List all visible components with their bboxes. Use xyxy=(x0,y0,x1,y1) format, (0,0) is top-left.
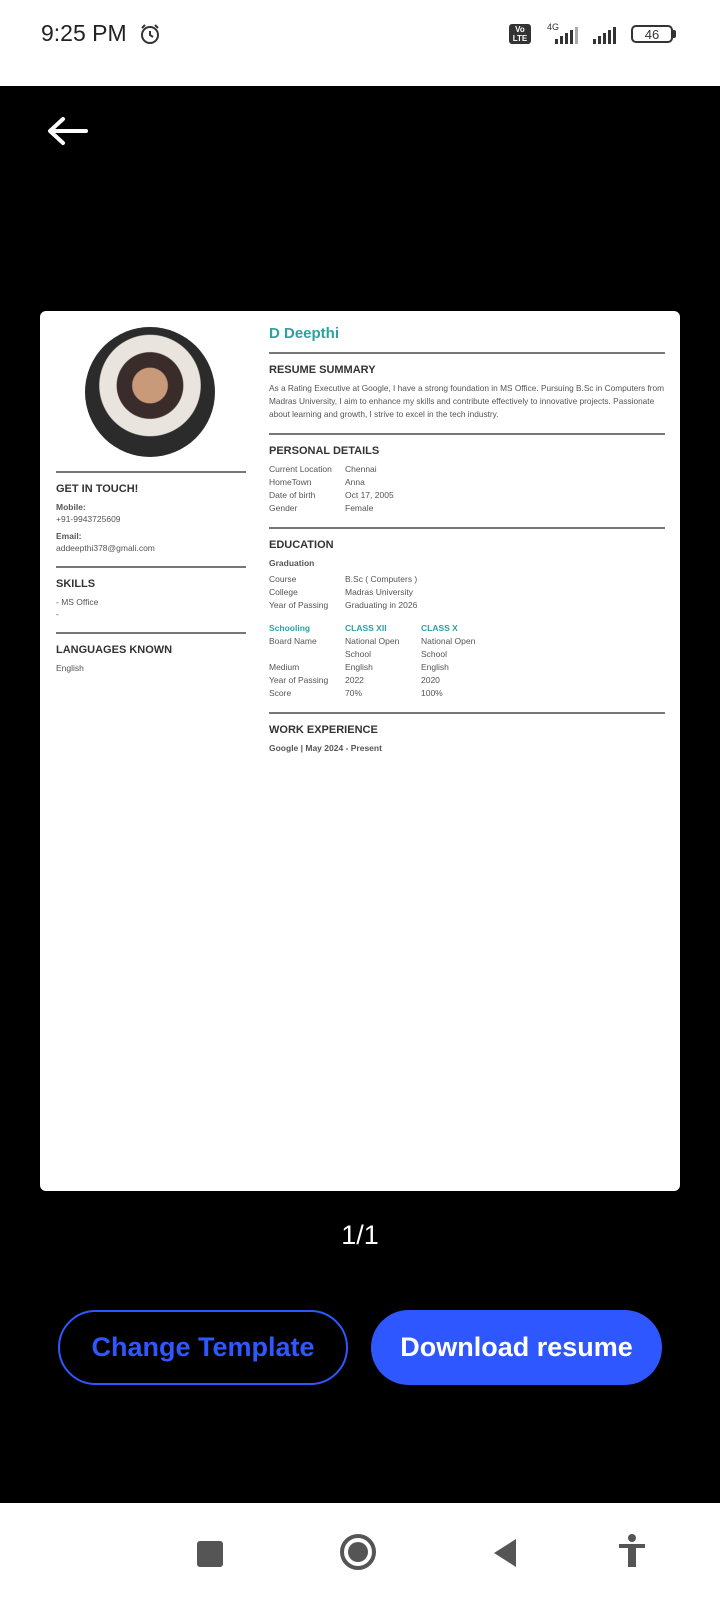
profile-photo xyxy=(85,327,215,457)
home-icon[interactable] xyxy=(340,1534,376,1570)
email-label: Email: xyxy=(56,531,82,541)
signal-4g-icon: 4G xyxy=(547,22,578,44)
languages-title: LANGUAGES KNOWN xyxy=(56,644,173,656)
personal-title: PERSONAL DETAILS xyxy=(269,445,380,457)
recent-apps-icon[interactable] xyxy=(197,1541,223,1567)
summary-text: As a Rating Executive at Google, I have … xyxy=(269,383,665,419)
system-nav-bar xyxy=(0,1503,720,1600)
work-entry: Google | May 2024 - Present xyxy=(269,743,382,753)
schooling-header: Schooling CLASS XII CLASS X xyxy=(269,623,458,633)
skill-item: - xyxy=(56,609,59,619)
resume-name: D Deepthi xyxy=(269,325,340,342)
schooling-row: School School xyxy=(345,649,447,659)
schooling-row: Score 70% 100% xyxy=(269,688,443,698)
get-in-touch-title: GET IN TOUCH! xyxy=(56,483,139,495)
skills-title: SKILLS xyxy=(56,578,96,590)
summary-title: RESUME SUMMARY xyxy=(269,364,376,376)
mobile-label: Mobile: xyxy=(56,502,86,512)
personal-row: HomeTown Anna xyxy=(269,477,365,487)
status-icons: Vo LTE 4G 46 xyxy=(509,22,676,46)
accessibility-icon[interactable] xyxy=(616,1533,648,1569)
schooling-row: Medium English English xyxy=(269,662,449,672)
personal-row: Gender Female xyxy=(269,503,374,513)
volte-icon: Vo LTE xyxy=(509,24,531,44)
personal-row: Current Location Chennai xyxy=(269,464,377,474)
signal-icon xyxy=(593,27,616,44)
graduation-label: Graduation xyxy=(269,558,315,568)
resume-preview: GET IN TOUCH! Mobile: +91-9943725609 Ema… xyxy=(40,311,680,1191)
work-title: WORK EXPERIENCE xyxy=(269,724,378,736)
skill-item: - MS Office xyxy=(56,597,99,607)
change-template-button[interactable]: Change Template xyxy=(58,1310,348,1385)
resume-left-column: GET IN TOUCH! Mobile: +91-9943725609 Ema… xyxy=(56,327,246,674)
education-title: EDUCATION xyxy=(269,539,334,551)
battery-level: 46 xyxy=(631,25,673,43)
back-icon[interactable] xyxy=(494,1539,516,1567)
back-arrow-icon[interactable] xyxy=(46,116,88,146)
page-indicator: 1/1 xyxy=(341,1220,379,1250)
alarm-icon xyxy=(141,24,159,44)
resume-right-column: D Deepthi RESUME SUMMARY As a Rating Exe… xyxy=(269,323,665,754)
email-value: addeepthi378@gmali.com xyxy=(56,543,155,553)
mobile-value: +91-9943725609 xyxy=(56,514,121,524)
graduation-row: Year of Passing Graduating in 2026 xyxy=(269,600,418,610)
download-resume-button[interactable]: Download resume xyxy=(371,1310,662,1385)
personal-row: Date of birth Oct 17, 2005 xyxy=(269,490,394,500)
network-label: 4G xyxy=(547,22,559,32)
schooling-row: Board Name National Open National Open xyxy=(269,636,476,646)
status-time: 9:25 PM xyxy=(41,20,127,46)
languages-value: English xyxy=(56,663,84,673)
schooling-row: Year of Passing 2022 2020 xyxy=(269,675,440,685)
status-bar: 9:25 PM Vo LTE 4G 46 xyxy=(0,0,720,86)
graduation-row: College Madras University xyxy=(269,587,414,597)
graduation-row: Course B.Sc ( Computers ) xyxy=(269,574,418,584)
battery-icon: 46 xyxy=(631,25,676,43)
